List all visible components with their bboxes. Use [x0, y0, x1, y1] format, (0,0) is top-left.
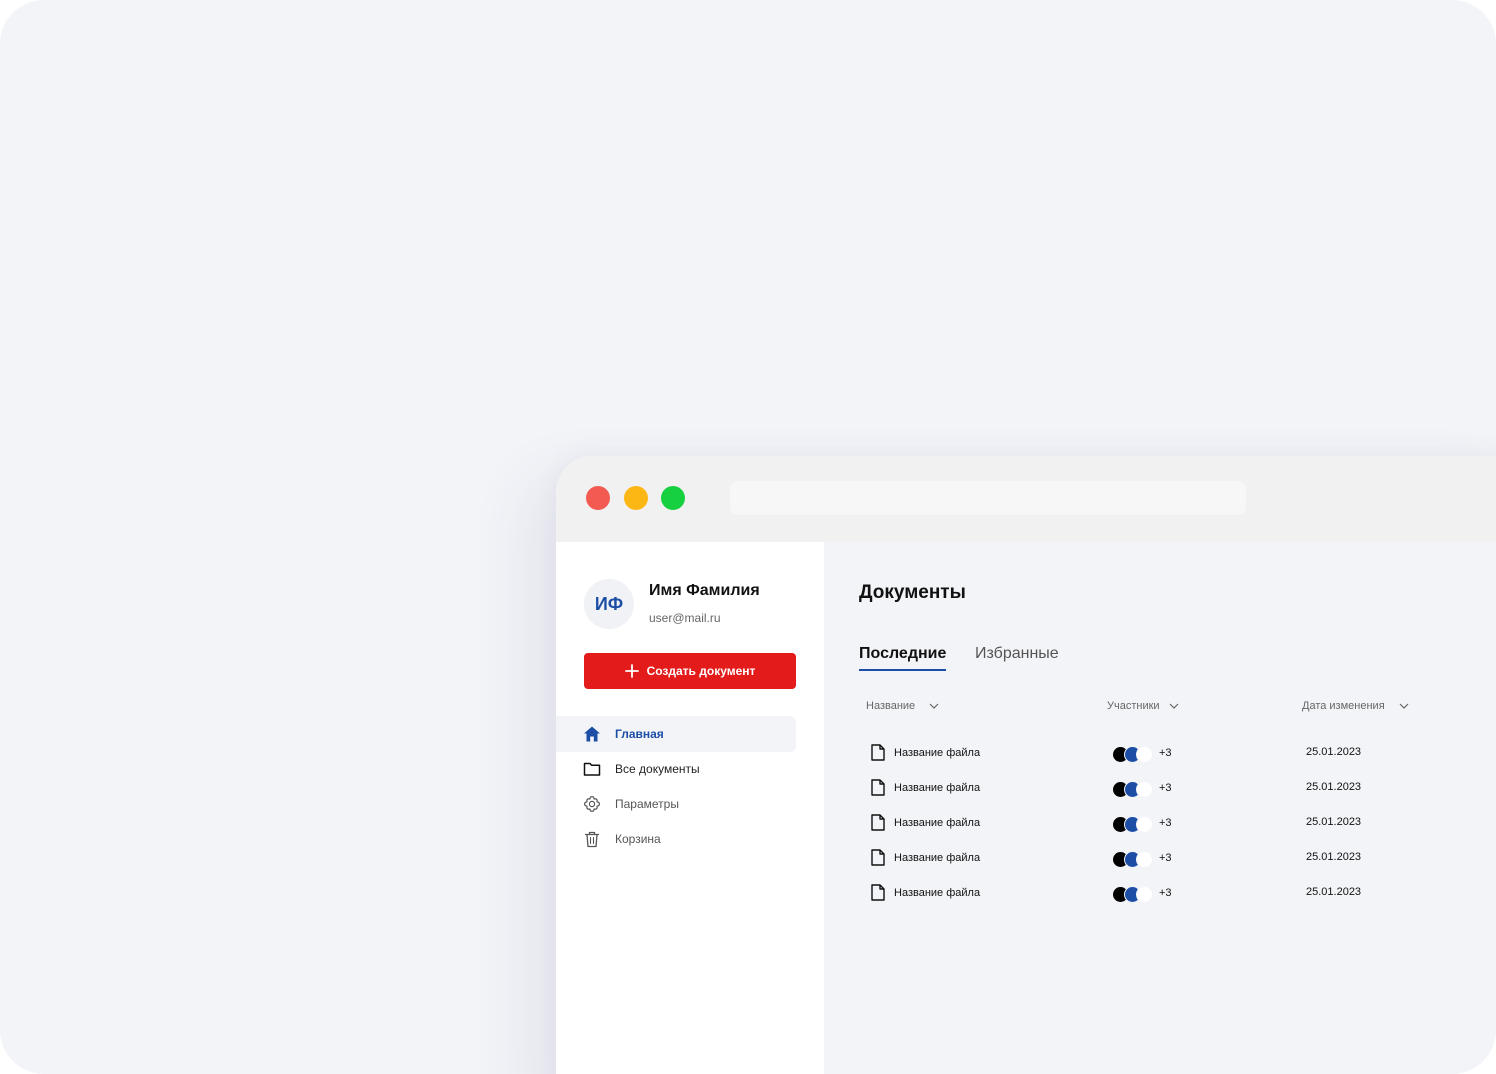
sidebar: ИФ Имя Фамилия user@mail.ru Создать доку… — [556, 542, 824, 1074]
modified-date: 25.01.2023 — [1306, 851, 1362, 863]
table-row[interactable]: Название файла +3 25.01.2023 — [864, 738, 1424, 768]
avatar[interactable]: ИФ — [584, 579, 634, 629]
chevron-down-icon — [1169, 703, 1178, 709]
window-titlebar — [556, 456, 1496, 542]
file-name: Название файла — [894, 817, 981, 829]
table-row[interactable]: Название файла +3 25.01.2023 — [864, 808, 1424, 838]
file-name: Название файла — [894, 887, 981, 899]
participants-avatars — [1112, 816, 1153, 833]
sidebar-item-label: Все документы — [615, 762, 700, 776]
participants-avatars — [1112, 746, 1153, 763]
tab-recent[interactable]: Последние — [859, 645, 946, 663]
active-tab-indicator — [859, 669, 946, 671]
minimize-window-button[interactable] — [624, 486, 648, 510]
folder-icon — [583, 762, 601, 776]
participant-avatar — [1136, 781, 1153, 798]
file-icon — [871, 884, 885, 901]
table-row[interactable]: Название файла +3 25.01.2023 — [864, 878, 1424, 908]
page-title: Документы — [859, 582, 966, 603]
table-row[interactable]: Название файла +3 25.01.2023 — [864, 843, 1424, 873]
plus-icon — [624, 664, 639, 678]
participants-avatars — [1112, 851, 1153, 868]
user-email: user@mail.ru — [649, 611, 721, 625]
modified-date: 25.01.2023 — [1306, 816, 1362, 828]
modified-date: 25.01.2023 — [1306, 781, 1362, 793]
participants-avatars — [1112, 886, 1153, 903]
sidebar-item-label: Параметры — [615, 797, 679, 811]
modified-date: 25.01.2023 — [1306, 746, 1362, 758]
sidebar-item-home[interactable]: Главная — [556, 716, 796, 752]
file-name: Название файла — [894, 747, 981, 759]
sidebar-item-label: Корзина — [615, 832, 661, 846]
sidebar-item-trash[interactable]: Корзина — [556, 821, 796, 857]
create-document-label: Создать документ — [646, 664, 756, 678]
chevron-down-icon — [1399, 703, 1409, 709]
participant-avatar — [1136, 746, 1153, 763]
file-icon — [871, 849, 885, 866]
canvas-background: ИФ Имя Фамилия user@mail.ru Создать доку… — [0, 0, 1496, 1074]
column-header-name[interactable]: Название — [866, 700, 939, 712]
address-bar[interactable] — [730, 481, 1246, 515]
file-icon — [871, 814, 885, 831]
participants-count: +3 — [1159, 852, 1172, 864]
browser-window: ИФ Имя Фамилия user@mail.ru Создать доку… — [556, 456, 1496, 1074]
chevron-down-icon — [929, 703, 939, 709]
modified-date: 25.01.2023 — [1306, 886, 1362, 898]
file-name: Название файла — [894, 782, 981, 794]
participants-avatars — [1112, 781, 1153, 798]
column-header-date[interactable]: Дата изменения — [1302, 700, 1409, 712]
sidebar-item-settings[interactable]: Параметры — [556, 786, 796, 822]
file-name: Название файла — [894, 852, 981, 864]
participants-count: +3 — [1159, 747, 1172, 759]
participants-count: +3 — [1159, 817, 1172, 829]
file-icon — [871, 779, 885, 796]
column-header-label: Название — [866, 700, 916, 712]
create-document-button[interactable]: Создать документ — [584, 653, 796, 689]
participants-count: +3 — [1159, 887, 1172, 899]
main-content: Документы Последние Избранные Название У… — [824, 542, 1496, 1074]
home-icon — [584, 726, 600, 742]
participant-avatar — [1136, 816, 1153, 833]
trash-icon — [584, 831, 600, 848]
file-icon — [871, 744, 885, 761]
sidebar-item-all-documents[interactable]: Все документы — [556, 751, 796, 787]
column-header-label: Дата изменения — [1302, 700, 1385, 712]
column-header-participants[interactable]: Участники — [1107, 700, 1179, 712]
column-header-label: Участники — [1107, 700, 1160, 712]
maximize-window-button[interactable] — [661, 486, 685, 510]
participant-avatar — [1136, 886, 1153, 903]
close-window-button[interactable] — [586, 486, 610, 510]
participant-avatar — [1136, 851, 1153, 868]
table-row[interactable]: Название файла +3 25.01.2023 — [864, 773, 1424, 803]
user-name: Имя Фамилия — [649, 582, 760, 599]
sidebar-item-label: Главная — [615, 727, 664, 741]
gear-icon — [583, 795, 601, 813]
tab-favorites[interactable]: Избранные — [975, 645, 1059, 663]
participants-count: +3 — [1159, 782, 1172, 794]
